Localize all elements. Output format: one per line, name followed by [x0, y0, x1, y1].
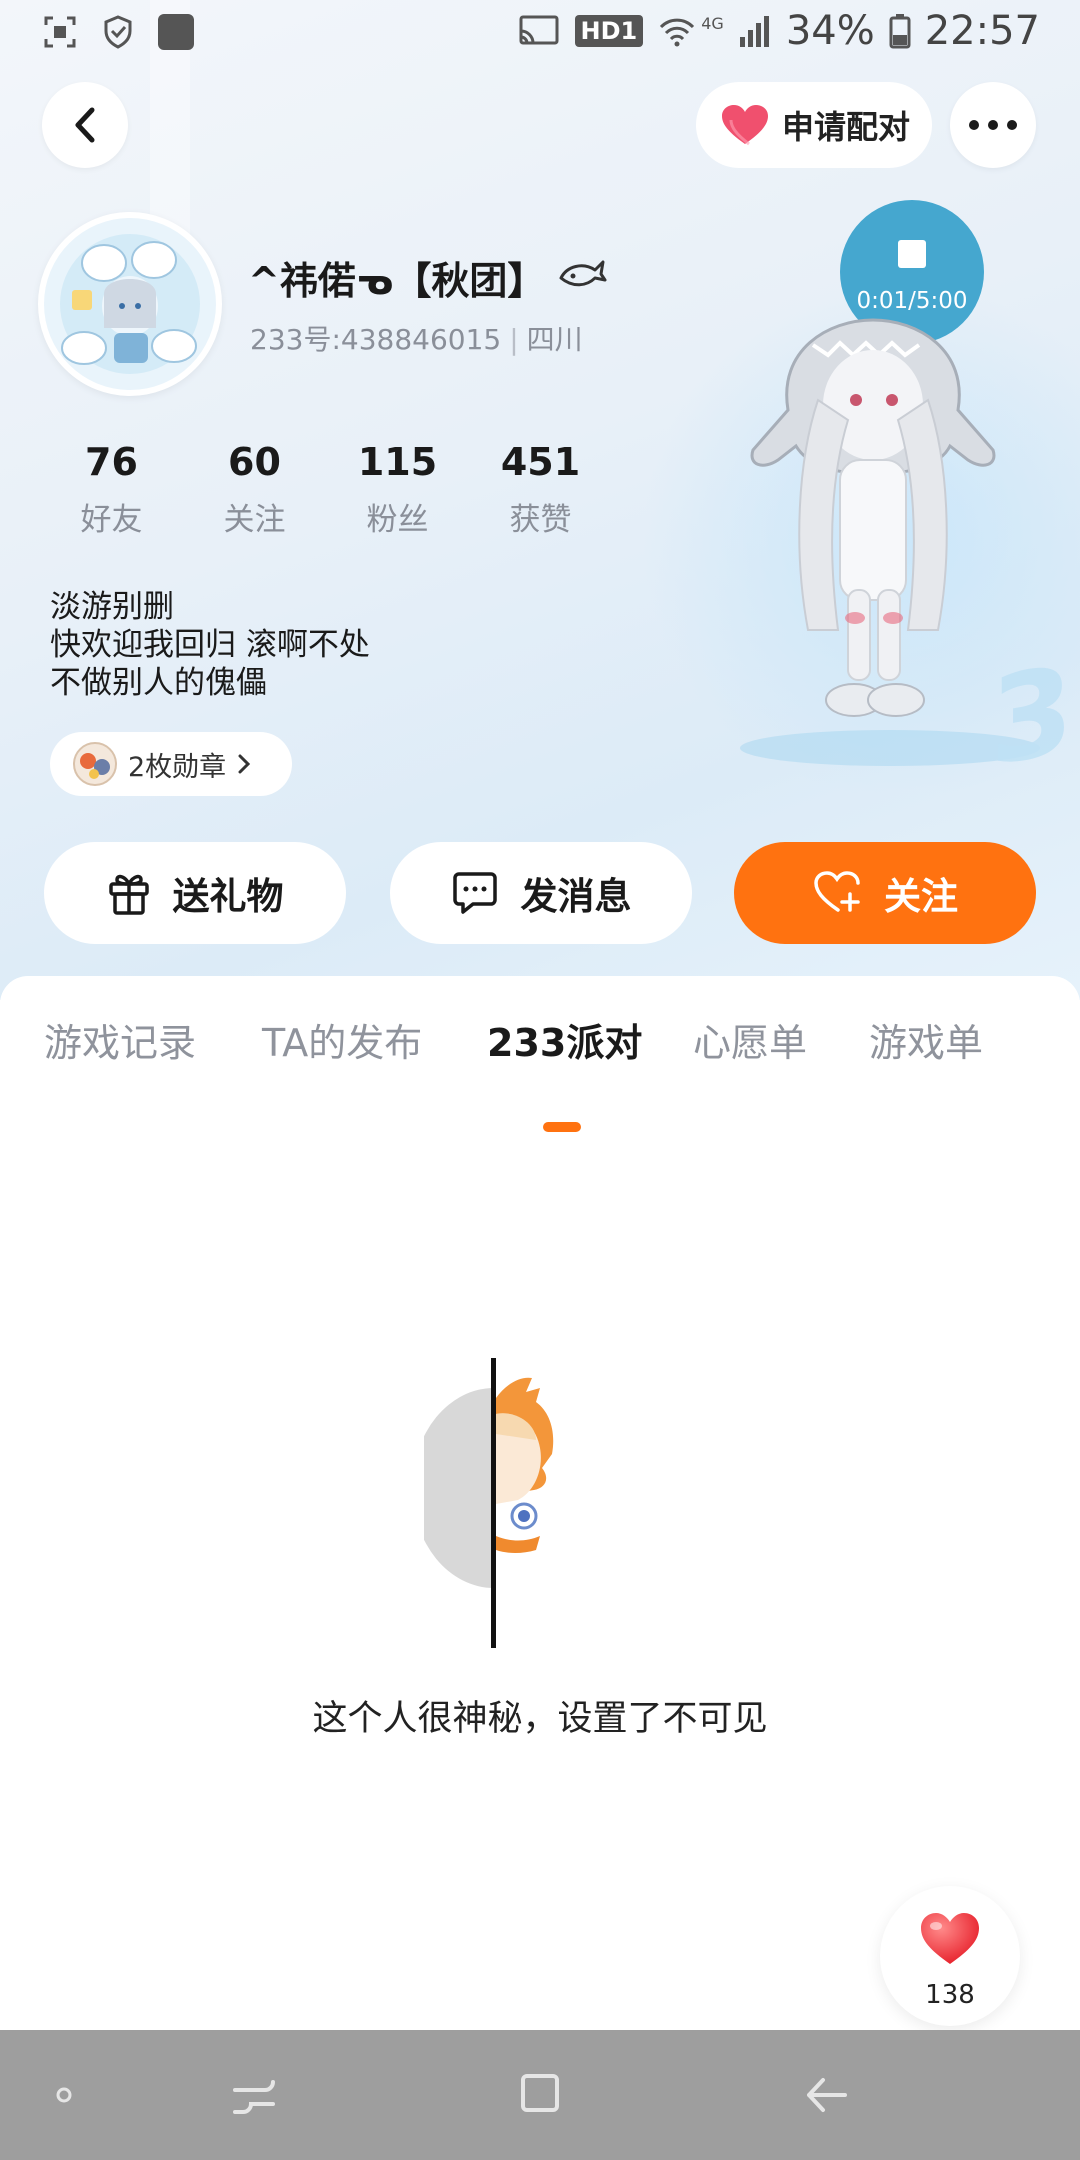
bio: 淡游别删 快欢迎我回归 滚啊不处 不做别人的傀儡 [50, 588, 370, 702]
stat-following[interactable]: 60 关注 [183, 440, 326, 539]
app-icon [158, 14, 194, 50]
avatar[interactable] [38, 212, 222, 396]
network-type: 4G [701, 13, 724, 33]
hd-badge: HD1 [574, 15, 644, 47]
peeking-character-illustration [424, 1358, 554, 1648]
heart-icon [921, 1913, 979, 1964]
empty-state-text: 这个人很神秘，设置了不可见 [312, 1699, 768, 1739]
stat-value: 451 [500, 440, 581, 484]
stat-label: 粉丝 [366, 502, 429, 538]
stat-label: 关注 [223, 502, 286, 538]
back-arrow-icon [807, 2078, 847, 2112]
status-bar-left [42, 14, 194, 50]
chevron-left-icon [75, 107, 95, 143]
tab-bar: 游戏记录 TA的发布 233派对 心愿单 游戏单 [0, 1012, 1080, 1132]
divider: | [509, 323, 519, 356]
medal-icon [73, 742, 117, 786]
system-nav-bar [0, 2030, 1080, 2160]
back-nav-button[interactable] [786, 2060, 866, 2130]
cast-icon [519, 15, 559, 45]
stat-value: 115 [357, 440, 438, 484]
send-gift-label: 送礼物 [172, 875, 284, 918]
stop-icon [898, 240, 926, 268]
dot-icon [56, 2087, 72, 2103]
tab-indicator [543, 1122, 581, 1132]
stat-fans[interactable]: 115 粉丝 [326, 440, 469, 539]
message-icon [452, 872, 497, 914]
like-count: 138 [925, 1980, 975, 2010]
home-square-icon [521, 2074, 559, 2112]
tab-wishlist[interactable]: 心愿单 [693, 1012, 807, 1067]
shark-badge-icon [559, 260, 607, 286]
tab-233-party[interactable]: 233派对 [487, 1012, 642, 1067]
location: 四川 [526, 323, 583, 356]
home-button[interactable] [500, 2060, 580, 2130]
stat-value: 76 [85, 440, 138, 484]
avatar-character-image [750, 318, 996, 717]
clock: 22:57 [924, 8, 1040, 54]
send-message-button[interactable]: 发消息 [390, 842, 692, 944]
nav-dot-button[interactable] [24, 2060, 104, 2130]
heart-icon [721, 105, 768, 146]
stats-row: 76 好友 60 关注 115 粉丝 451 获赞 [40, 440, 612, 539]
stat-value: 60 [228, 440, 281, 484]
request-pair-label: 申请配对 [781, 108, 910, 146]
stat-friends[interactable]: 76 好友 [40, 440, 183, 539]
bio-line: 不做别人的傀儡 [50, 665, 267, 701]
shield-icon [104, 15, 132, 49]
more-dots-icon [969, 120, 1017, 130]
nickname-text: ^祎偌ᓀ【秋团】 [248, 259, 546, 303]
chevron-right-icon [238, 754, 251, 774]
heart-plus-icon [814, 871, 860, 912]
send-message-label: 发消息 [520, 875, 632, 918]
user-id-line: 233号:438846015 | 四川 [250, 318, 583, 358]
more-button[interactable] [950, 82, 1036, 168]
medal-label: 2枚勋章 [128, 751, 227, 783]
follow-button[interactable]: 关注 [734, 842, 1036, 944]
request-pair-button[interactable]: 申请配对 [696, 82, 932, 168]
medal-button[interactable]: 2枚勋章 [50, 732, 292, 796]
signal-icon [739, 16, 769, 47]
user-id: 233号:438846015 [250, 323, 502, 356]
stat-likes[interactable]: 451 获赞 [469, 440, 612, 539]
nickname: ^祎偌ᓀ【秋团】 [248, 250, 607, 305]
tab-game-list[interactable]: 游戏单 [869, 1012, 983, 1067]
gift-icon [108, 874, 149, 915]
tab-game-records[interactable]: 游戏记录 [44, 1012, 196, 1067]
battery-percent: 34% [785, 8, 875, 54]
back-button[interactable] [42, 82, 128, 168]
send-gift-button[interactable]: 送礼物 [44, 842, 346, 944]
recent-apps-button[interactable] [214, 2060, 294, 2130]
stat-label: 好友 [80, 502, 143, 538]
status-bar: HD1 4G 34% 22:57 [0, 0, 1080, 70]
bio-line: 淡游别删 [50, 589, 174, 625]
like-button[interactable]: 138 [880, 1886, 1020, 2026]
stat-label: 获赞 [509, 502, 572, 538]
avatar-image [44, 218, 216, 390]
screenshot-icon [44, 16, 76, 48]
bio-line: 快欢迎我回归 滚啊不处 [50, 627, 370, 663]
status-bar-right: HD1 4G 34% 22:57 [517, 8, 1040, 54]
follow-label: 关注 [884, 875, 958, 918]
recents-icon [233, 2080, 275, 2114]
tab-ta-posts[interactable]: TA的发布 [262, 1012, 422, 1067]
battery-icon [889, 14, 911, 49]
wifi-icon [660, 18, 695, 47]
